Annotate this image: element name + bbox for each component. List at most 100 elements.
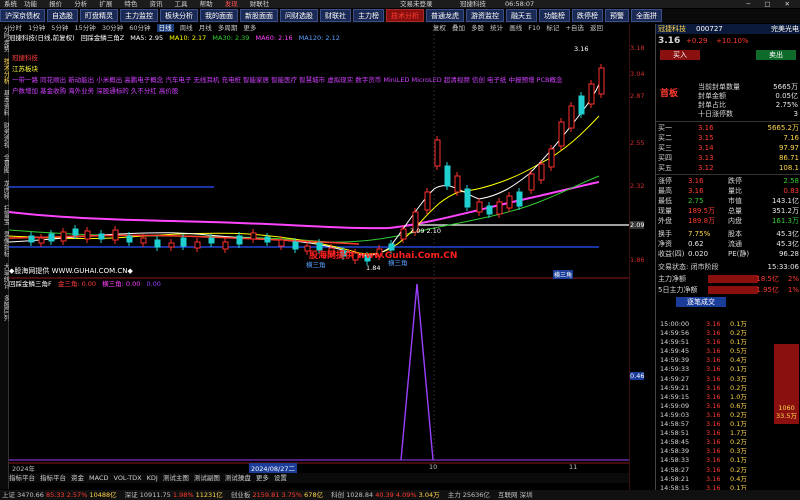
last-price: 3.16 (658, 36, 681, 46)
candle (112, 229, 119, 241)
menu-quote[interactable]: 报价 (49, 0, 62, 8)
idx-sz[interactable]: 深证 10911.75 (125, 491, 171, 499)
menu-discover[interactable]: 发现 (225, 0, 238, 8)
x-label-cursor-date: 2024/08/27二 (249, 463, 297, 473)
btab-5[interactable]: KDJ (147, 474, 158, 482)
flow-main: 主力净额 2% 18.5亿 (658, 275, 799, 283)
trade-row: 14:59:56 3.16 0.2万 (660, 329, 747, 338)
stat-6: 净资 0.62 流通 45.3亿 (658, 240, 799, 248)
candle (548, 148, 555, 168)
book-divider (656, 121, 800, 122)
menu-bar: 系统 功能 报价 分析 扩展 特色 资讯 工具 帮助 发现 财联社 交易未登录 … (0, 0, 800, 8)
stock-code: 000727 (696, 25, 723, 33)
menu-news[interactable]: 资讯 (149, 0, 162, 8)
btab-8[interactable]: 测试操盘 (225, 474, 251, 482)
qt-4[interactable]: 板块分析 (160, 9, 198, 22)
btab-6[interactable]: 测试主图 (163, 474, 189, 482)
btab-10[interactable]: 设置 (274, 474, 287, 482)
btab-7[interactable]: 测试副图 (194, 474, 220, 482)
candle (222, 241, 229, 250)
menu-help[interactable]: 帮助 (200, 0, 213, 8)
ytick-1: 3.04 (630, 70, 645, 78)
idx-sz-pct: 1.98% (172, 491, 194, 499)
clock: 06:58:07 (505, 0, 535, 8)
candles (28, 64, 605, 265)
candle (48, 233, 55, 242)
candle (208, 237, 215, 244)
board-badge: 首板 (660, 89, 679, 99)
qt-2[interactable]: 盯盘精灵 (80, 9, 118, 22)
idx-sh-chg: 85.33 (46, 491, 65, 499)
qt-6[interactable]: 新股面面 (240, 9, 278, 22)
idx-sh[interactable]: 上证 3470.66 (2, 491, 44, 499)
idx-cyb[interactable]: 创业板 (231, 491, 251, 499)
qt-0[interactable]: 沪深京债权 (0, 9, 45, 22)
qt-13[interactable]: 融天五 (506, 9, 537, 22)
btab-3[interactable]: MACD (89, 474, 108, 482)
qt-11[interactable]: 普通龙虎 (426, 9, 464, 22)
login-status[interactable]: 交易未登录 (400, 0, 433, 8)
candle (476, 201, 483, 213)
stats-divider (656, 174, 800, 175)
quick-toolbar: 沪深京债权 自选股 盯盘精灵 主力监控 板块分析 我的面面 新股面面 问财选股 财联社 主力榜 技术… (0, 9, 800, 23)
window-controls[interactable]: ─ □ ✕ (746, 0, 796, 8)
btab-1[interactable]: 指标平台 (40, 474, 66, 482)
stat-3: 现量 189.5万 总量 351.2万 (658, 207, 799, 215)
qt-14[interactable]: 功能榜 (539, 9, 570, 22)
quote-header: 冠捷科技 000727 完美光电 (656, 24, 800, 34)
btab-0[interactable]: 指标平台 (9, 474, 35, 482)
qt-15[interactable]: 跌停榜 (572, 9, 603, 22)
ytick-6: 1.86 (630, 256, 645, 264)
price-change: +0.29 (686, 37, 708, 45)
menu-analysis[interactable]: 分析 (74, 0, 87, 8)
quote-panel: 冠捷科技 000727 完美光电 3.16 +0.29 +10.10% 买入 卖… (655, 24, 800, 492)
candle (250, 232, 257, 240)
trade-row: 14:58:27 3.16 0.2万 (660, 465, 747, 474)
chart-area[interactable]: 分时 1分钟 5分钟 15分钟 30分钟 60分钟 日线 周线 月线 多周期 更… (9, 24, 629, 483)
ma5-line (9, 73, 605, 256)
indicator-name[interactable]: 回踩金鳞三角F (9, 280, 52, 288)
qt-12[interactable]: 游资监控 (466, 9, 504, 22)
candle (424, 191, 431, 211)
qt-8[interactable]: 财联社 (320, 9, 351, 22)
stat-0: 涨停 3.16 跌停 2.58 (658, 177, 799, 185)
ma30-line (9, 175, 600, 243)
btab-4[interactable]: VOL-TDX (113, 474, 141, 482)
btab-9[interactable]: 更多 (256, 474, 269, 482)
signal-3: 横三角 (553, 270, 574, 279)
idx-cyb-val: 2159.81 (252, 491, 280, 499)
menu-cls[interactable]: 财联社 (250, 0, 270, 8)
candle (558, 121, 565, 147)
menu-tools[interactable]: 工具 (175, 0, 188, 8)
candle (154, 239, 161, 248)
candle (434, 139, 441, 167)
qt-16[interactable]: 预警 (605, 9, 629, 22)
book-4: 买五 3.12 108.1 (658, 164, 799, 172)
qt-1[interactable]: 自选股 (47, 9, 78, 22)
menu-extend[interactable]: 扩展 (99, 0, 112, 8)
app-menu-system[interactable]: 系统 (4, 0, 17, 8)
x-axis: 2024年 2024/08/27二 10 11 (9, 463, 629, 473)
book-0: 买一 3.16 5665.2万 (658, 124, 799, 132)
ind-ytick: 0.46 (630, 372, 645, 380)
qt-9[interactable]: 主力榜 (353, 9, 384, 22)
btab-2[interactable]: 资金 (71, 474, 84, 482)
stock-tag[interactable]: 完美光电 (771, 24, 799, 34)
x-label-left: 2024年 (12, 465, 36, 473)
qt-17[interactable]: 全面拼 (631, 9, 662, 22)
trades-header[interactable]: 逐笔成交 (676, 297, 726, 307)
qt-7[interactable]: 问财选股 (280, 9, 318, 22)
menu-special[interactable]: 特色 (124, 0, 137, 8)
price-row: 3.16 +0.29 +10.10% (658, 36, 799, 48)
price-pct: +10.10% (716, 37, 749, 45)
idx-kc[interactable]: 科创 1028.84 (331, 491, 373, 499)
qt-3[interactable]: 主力监控 (120, 9, 158, 22)
qt-10[interactable]: 技术分析 (386, 9, 424, 22)
sell-button[interactable]: 卖出 (756, 50, 796, 60)
connection[interactable]: 互联网 深圳 (498, 491, 533, 499)
menu-func[interactable]: 功能 (24, 0, 37, 8)
indicator-legend: 回踩金鳞三角F 金三角: 0.00 横三角: 0.00 0.00 (9, 280, 161, 289)
qt-5[interactable]: 我的面面 (200, 9, 238, 22)
buy-button[interactable]: 买入 (660, 50, 700, 60)
trade-row: 14:58:39 3.16 0.3万 (660, 447, 747, 456)
